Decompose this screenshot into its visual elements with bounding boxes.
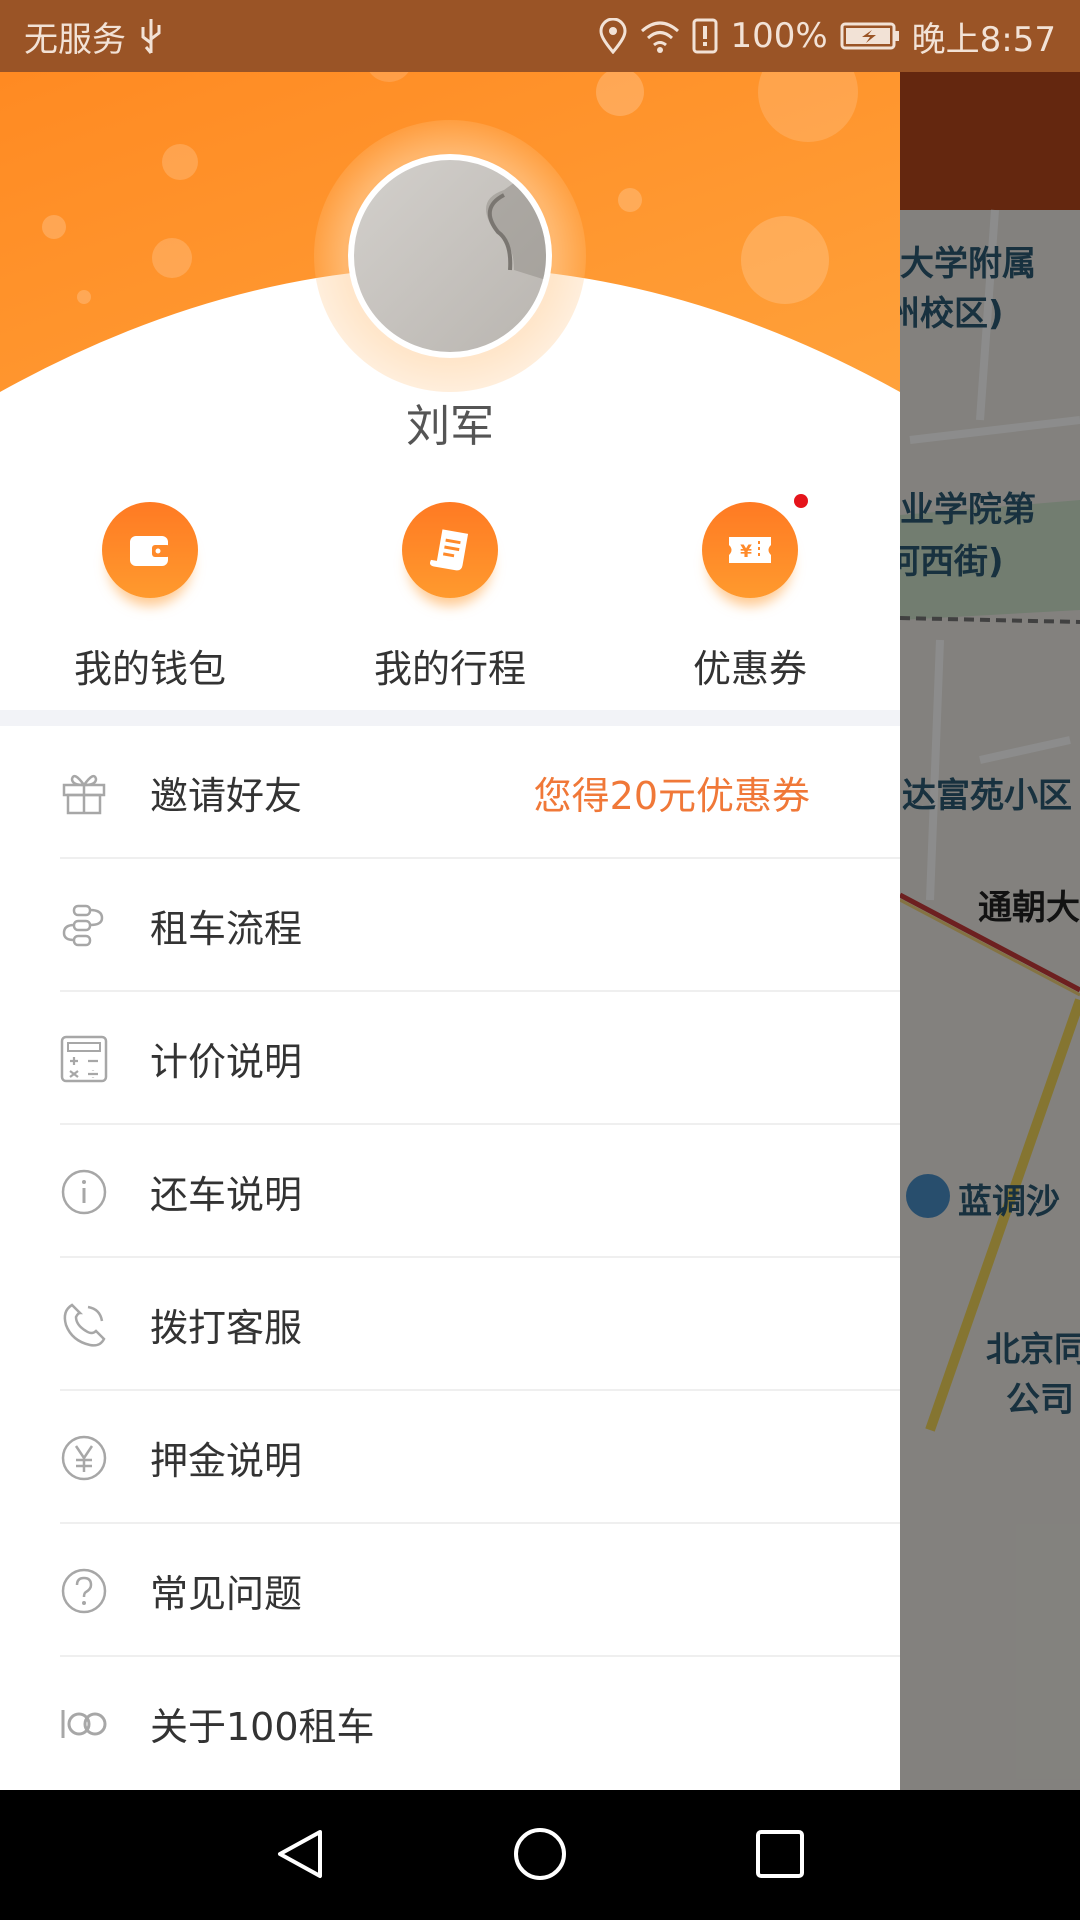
back-button[interactable] bbox=[272, 1826, 328, 1886]
system-nav-bar bbox=[0, 1790, 1080, 1920]
info-icon bbox=[60, 1168, 108, 1216]
notification-dot bbox=[794, 494, 808, 508]
alert-icon bbox=[692, 18, 718, 54]
section-divider bbox=[0, 710, 900, 726]
wallet-button[interactable]: 我的钱包 bbox=[50, 502, 250, 693]
flow-icon bbox=[60, 902, 108, 950]
yuan-icon bbox=[60, 1434, 108, 1482]
background-map[interactable]: 大学附属 州校区) 业学院第 河西街) 达富苑小区 通朝大 蓝调沙 北京同 公司 bbox=[900, 0, 1080, 1790]
menu-item-about[interactable]: 关于100租车 bbox=[0, 1657, 900, 1790]
wifi-icon bbox=[640, 19, 680, 53]
navigation-drawer: 刘军 我的钱包 我的行程 ¥ 优惠券 邀请好友 您得20元优惠券 租车流程 计价… bbox=[0, 72, 900, 1790]
phone-icon bbox=[60, 1301, 108, 1349]
gift-icon bbox=[60, 769, 108, 817]
location-icon bbox=[598, 18, 628, 54]
menu-item-pricing[interactable]: 计价说明 bbox=[0, 992, 900, 1125]
coupon-button[interactable]: ¥ 优惠券 bbox=[650, 494, 850, 693]
wallet-icon bbox=[102, 502, 198, 598]
itinerary-button[interactable]: 我的行程 bbox=[350, 502, 550, 693]
question-icon bbox=[60, 1567, 108, 1615]
menu-item-label: 关于100租车 bbox=[150, 1705, 375, 1749]
menu-item-deposit[interactable]: 押金说明 bbox=[0, 1391, 900, 1524]
calculator-icon bbox=[60, 1035, 108, 1083]
menu-item-label: 还车说明 bbox=[150, 1173, 303, 1217]
wallet-label: 我的钱包 bbox=[73, 647, 226, 691]
coupon-label: 优惠券 bbox=[692, 647, 807, 691]
time-text: 晚上8:57 bbox=[911, 19, 1056, 60]
map-dim-overlay[interactable] bbox=[900, 0, 1080, 1790]
avatar[interactable] bbox=[348, 154, 552, 358]
menu-item-label: 拨打客服 bbox=[150, 1306, 303, 1350]
menu-item-label: 计价说明 bbox=[150, 1040, 303, 1084]
menu-item-label: 租车流程 bbox=[150, 907, 303, 951]
menu-item-call-service[interactable]: 拨打客服 bbox=[0, 1258, 900, 1391]
recents-button[interactable] bbox=[752, 1826, 808, 1886]
menu-item-label: 常见问题 bbox=[150, 1572, 303, 1616]
menu-item-rental-flow[interactable]: 租车流程 bbox=[0, 859, 900, 992]
itinerary-label: 我的行程 bbox=[373, 647, 526, 691]
battery-percent: 100% bbox=[730, 16, 828, 56]
home-button[interactable] bbox=[512, 1826, 568, 1886]
usb-icon bbox=[138, 17, 164, 55]
coupon-icon: ¥ bbox=[702, 494, 808, 598]
svg-text:¥: ¥ bbox=[740, 542, 752, 562]
itinerary-icon bbox=[402, 502, 498, 598]
battery-icon bbox=[840, 21, 900, 51]
menu-item-label: 押金说明 bbox=[150, 1439, 303, 1483]
menu-item-invite-friends[interactable]: 邀请好友 您得20元优惠券 bbox=[0, 726, 900, 859]
user-name[interactable]: 刘军 bbox=[0, 390, 900, 454]
invite-promo-text: 您得20元优惠券 bbox=[533, 774, 810, 818]
menu-item-faq[interactable]: 常见问题 bbox=[0, 1524, 900, 1657]
menu-item-label: 邀请好友 bbox=[150, 774, 303, 818]
status-bar: 无服务 100% 晚上8:57 bbox=[0, 0, 1080, 72]
carrier-text: 无服务 bbox=[24, 19, 126, 60]
menu-list: 邀请好友 您得20元优惠券 租车流程 计价说明 还车说明 拨打客服 押金说明 常… bbox=[0, 726, 900, 1790]
menu-item-return-car[interactable]: 还车说明 bbox=[0, 1125, 900, 1258]
logo-100-icon bbox=[60, 1700, 108, 1748]
